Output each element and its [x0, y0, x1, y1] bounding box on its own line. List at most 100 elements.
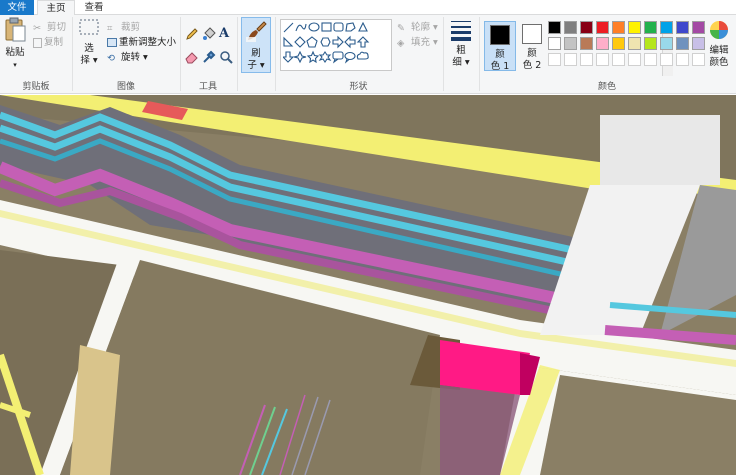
color-2-swatch [522, 24, 542, 44]
size-label-line1: 粗 [456, 45, 466, 56]
palette-color-swatch[interactable] [660, 37, 673, 50]
rotate-icon: ⟲ [107, 53, 115, 64]
drawing-canvas[interactable] [0, 95, 736, 475]
down-arrow-shape-icon[interactable] [283, 51, 295, 63]
fill-icon: ◈ [397, 38, 405, 49]
palette-color-swatch[interactable] [692, 37, 705, 50]
palette-color-swatch[interactable] [676, 21, 689, 34]
palette-color-swatch[interactable] [644, 37, 657, 50]
palette-color-swatch[interactable] [692, 21, 705, 34]
color-picker-icon[interactable] [202, 50, 216, 64]
pentagon-shape-icon[interactable] [306, 36, 318, 48]
five-point-star-shape-icon[interactable] [306, 50, 320, 64]
palette-color-swatch[interactable] [580, 21, 593, 34]
shapes-gallery[interactable] [280, 19, 673, 76]
palette-color-swatch[interactable] [564, 21, 577, 34]
rounded-rectangle-shape-icon[interactable] [333, 22, 344, 32]
oval-shape-icon[interactable] [308, 22, 320, 32]
shapes-grid [283, 22, 370, 64]
tools-group-label: 工具 [198, 82, 217, 92]
palette-color-swatch[interactable] [580, 37, 593, 50]
rotate-button[interactable]: ⟲ 旋转 ▾ [107, 51, 148, 65]
select-label-line1: 选 [84, 43, 94, 54]
palette-custom-swatch[interactable] [612, 53, 625, 66]
cut-button[interactable]: ✂ 剪切 [33, 21, 66, 35]
hexagon-shape-icon[interactable] [320, 37, 331, 47]
line-shape-icon[interactable] [283, 22, 294, 33]
resize-button[interactable]: 重新调整大小 [107, 36, 176, 50]
select-button[interactable]: 选 择 ▾ [76, 17, 102, 67]
brushes-label-line2: 子 ▾ [247, 60, 265, 71]
palette-custom-swatch[interactable] [580, 53, 593, 66]
curve-shape-icon[interactable] [295, 23, 307, 32]
left-arrow-shape-icon[interactable] [344, 35, 356, 49]
palette-custom-swatch[interactable] [628, 53, 641, 66]
ribbon: 粘贴 ▾ ✂ 剪切 复制 剪贴板 选 择 ▾ ⌗ 裁剪 重新调整大小 ⟲ 旋转 ▾ 图… [0, 15, 736, 94]
bucket-icon[interactable] [202, 27, 216, 41]
text-icon[interactable]: A [219, 26, 229, 41]
brushes-button[interactable]: 刷 子 ▾ [241, 17, 271, 73]
palette-color-swatch[interactable] [628, 21, 641, 34]
palette-custom-swatch[interactable] [676, 53, 689, 66]
scissors-icon: ✂ [33, 23, 41, 34]
tab-view[interactable]: 查看 [76, 0, 112, 15]
rounded-callout-shape-icon[interactable] [332, 51, 344, 64]
palette-color-swatch[interactable] [596, 21, 609, 34]
copy-button[interactable]: 复制 [33, 36, 63, 50]
copy-icon [33, 37, 42, 48]
size-button[interactable]: 粗 细 ▾ [447, 17, 475, 69]
palette-color-swatch[interactable] [548, 21, 561, 34]
palette-custom-swatch[interactable] [660, 53, 673, 66]
magnifier-icon[interactable] [219, 50, 233, 64]
right-arrow-shape-icon[interactable] [332, 35, 344, 49]
palette-custom-swatch[interactable] [548, 53, 561, 66]
line-width-icon [451, 21, 471, 41]
cloud-callout-shape-icon[interactable] [356, 51, 369, 60]
diamond-shape-icon[interactable] [294, 36, 306, 48]
palette-color-swatch[interactable] [628, 37, 641, 50]
palette-color-swatch[interactable] [612, 37, 625, 50]
color-2-button[interactable]: 颜 色 2 [516, 21, 548, 71]
tab-home[interactable]: 主页 [37, 0, 75, 16]
polygon-shape-icon[interactable] [345, 22, 356, 32]
up-arrow-shape-icon[interactable] [356, 36, 370, 48]
chevron-down-icon: ▾ [13, 61, 17, 69]
palette-color-swatch[interactable] [596, 37, 609, 50]
palette-color-swatch[interactable] [644, 21, 657, 34]
clipboard-icon [5, 17, 26, 42]
palette-color-swatch[interactable] [548, 37, 561, 50]
eraser-icon[interactable] [185, 50, 199, 64]
outline-icon: ✎ [397, 23, 405, 34]
triangle-shape-icon[interactable] [358, 22, 368, 32]
outline-button[interactable]: ✎ 轮廓 ▾ [397, 21, 438, 35]
fill-label: 填充 [411, 37, 431, 48]
six-point-star-shape-icon[interactable] [318, 51, 332, 63]
palette-color-swatch[interactable] [660, 21, 673, 34]
palette-custom-swatch[interactable] [644, 53, 657, 66]
outline-label: 轮廓 [411, 22, 431, 33]
copy-label: 复制 [44, 37, 64, 48]
color-1-button[interactable]: 颜 色 1 [484, 21, 516, 72]
palette-color-swatch[interactable] [676, 37, 689, 50]
palette-custom-swatch[interactable] [564, 53, 577, 66]
four-point-star-shape-icon[interactable] [293, 50, 307, 64]
palette-color-swatch[interactable] [612, 21, 625, 34]
pencil-icon[interactable] [185, 27, 199, 41]
palette-custom-swatch[interactable] [596, 53, 609, 66]
oval-callout-shape-icon[interactable] [344, 51, 356, 64]
color-1-label-line1: 颜 [495, 49, 505, 60]
group-divider [237, 17, 238, 91]
palette-color-swatch[interactable] [564, 37, 577, 50]
size-label-line2: 细 ▾ [452, 57, 470, 68]
edit-colors-button[interactable]: 编辑 颜色 [704, 19, 734, 69]
color-wheel-icon [710, 21, 728, 39]
fill-button[interactable]: ◈ 填充 ▾ [397, 36, 438, 50]
right-triangle-shape-icon[interactable] [283, 36, 294, 47]
palette-custom-swatch[interactable] [692, 53, 705, 66]
paste-button[interactable]: 粘贴 ▾ [2, 17, 28, 71]
tab-file[interactable]: 文件 [0, 0, 34, 15]
marquee-icon [79, 19, 99, 35]
rectangle-shape-icon[interactable] [321, 22, 332, 32]
crop-button[interactable]: ⌗ 裁剪 [107, 21, 140, 35]
clipboard-group-label: 剪贴板 [22, 82, 50, 92]
